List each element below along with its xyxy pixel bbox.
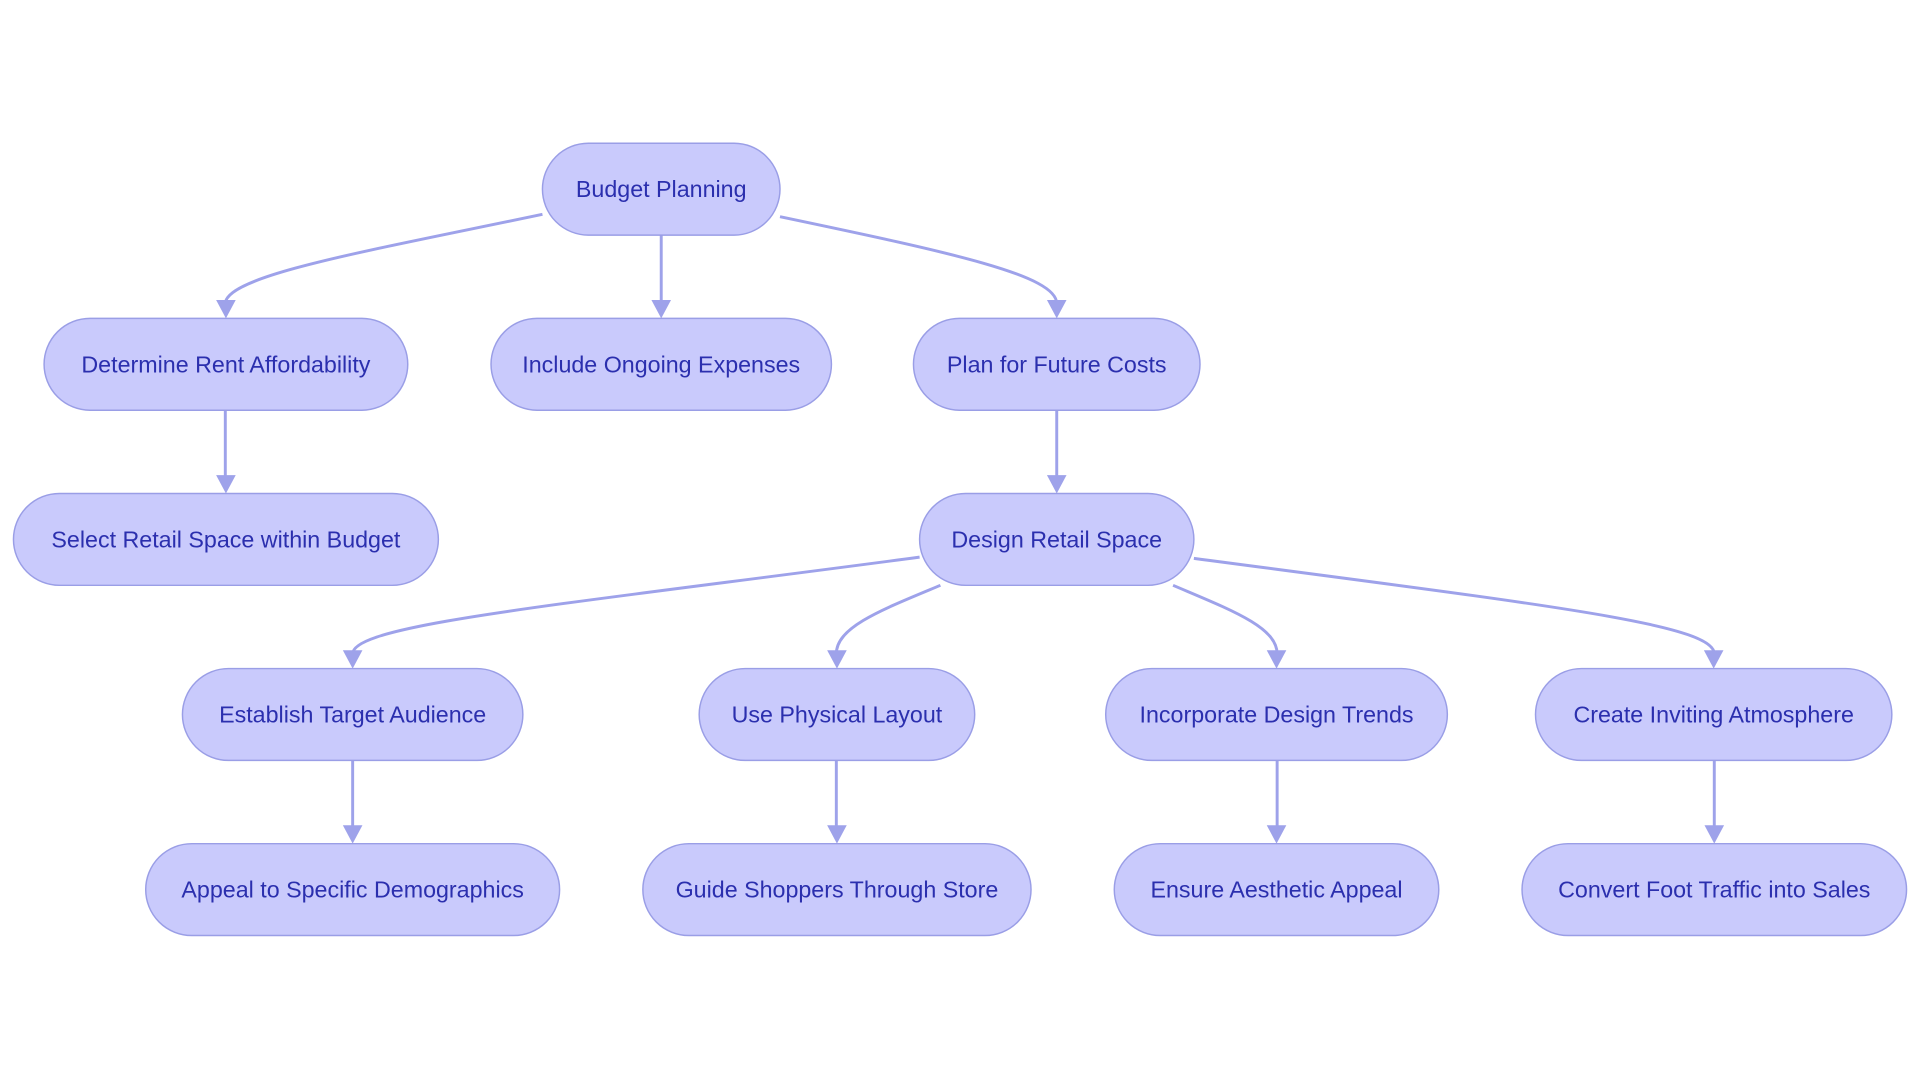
node-design: Design Retail Space <box>918 492 1195 587</box>
node-rent: Determine Rent Affordability <box>43 317 409 411</box>
node-select: Select Retail Space within Budget <box>12 492 440 587</box>
node-atmosphere: Create Inviting Atmosphere <box>1534 667 1893 762</box>
node-label: Ensure Aesthetic Appeal <box>1150 877 1402 903</box>
node-budget: Budget Planning <box>541 142 781 236</box>
edge-budget-to-rent <box>223 212 543 304</box>
arrowhead-icon <box>651 300 672 319</box>
node-trends: Incorporate Design Trends <box>1104 667 1449 762</box>
node-label: Select Retail Space within Budget <box>51 526 400 552</box>
node-label: Include Ongoing Expenses <box>522 351 800 377</box>
node-layout: Use Physical Layout <box>698 667 976 762</box>
arrowhead-icon <box>1266 650 1287 669</box>
node-label: Appeal to Specific Demographics <box>181 877 523 903</box>
node-aesthetic: Ensure Aesthetic Appeal <box>1113 842 1440 937</box>
arrowhead-icon <box>342 650 363 669</box>
node-label: Guide Shoppers Through Store <box>676 877 999 903</box>
node-convert: Convert Foot Traffic into Sales <box>1521 842 1908 937</box>
node-future: Plan for Future Costs <box>912 317 1201 411</box>
edge-design-to-trends <box>1172 583 1279 655</box>
arrowhead-icon <box>1046 300 1067 319</box>
flowchart-diagram: Budget Planning Determine Rent Affordabil… <box>12 142 1908 937</box>
node-label: Design Retail Space <box>951 526 1162 552</box>
node-guide: Guide Shoppers Through Store <box>642 842 1032 937</box>
node-label: Convert Foot Traffic into Sales <box>1558 877 1870 903</box>
edge-budget-to-future <box>779 215 1059 304</box>
arrowhead-icon <box>1704 825 1725 844</box>
node-ongoing: Include Ongoing Expenses <box>490 317 833 411</box>
node-label: Create Inviting Atmosphere <box>1573 701 1853 727</box>
node-label: Budget Planning <box>576 176 747 202</box>
arrowhead-icon <box>1266 825 1287 844</box>
node-audience: Establish Target Audience <box>181 667 524 762</box>
node-label: Establish Target Audience <box>219 701 486 727</box>
arrowhead-icon <box>1703 650 1724 669</box>
node-demographics: Appeal to Specific Demographics <box>144 842 561 937</box>
node-label: Plan for Future Costs <box>947 351 1167 377</box>
arrowhead-icon <box>216 475 236 494</box>
arrowhead-icon <box>342 825 363 844</box>
edge-design-to-layout <box>834 583 941 655</box>
arrowhead-icon <box>827 650 847 669</box>
node-label: Incorporate Design Trends <box>1140 701 1414 727</box>
arrowhead-icon <box>1046 475 1067 494</box>
arrowhead-icon <box>827 825 847 844</box>
node-label: Use Physical Layout <box>732 701 943 727</box>
arrowhead-icon <box>216 300 236 319</box>
edge-design-to-audience <box>351 555 920 655</box>
node-label: Determine Rent Affordability <box>81 351 370 377</box>
